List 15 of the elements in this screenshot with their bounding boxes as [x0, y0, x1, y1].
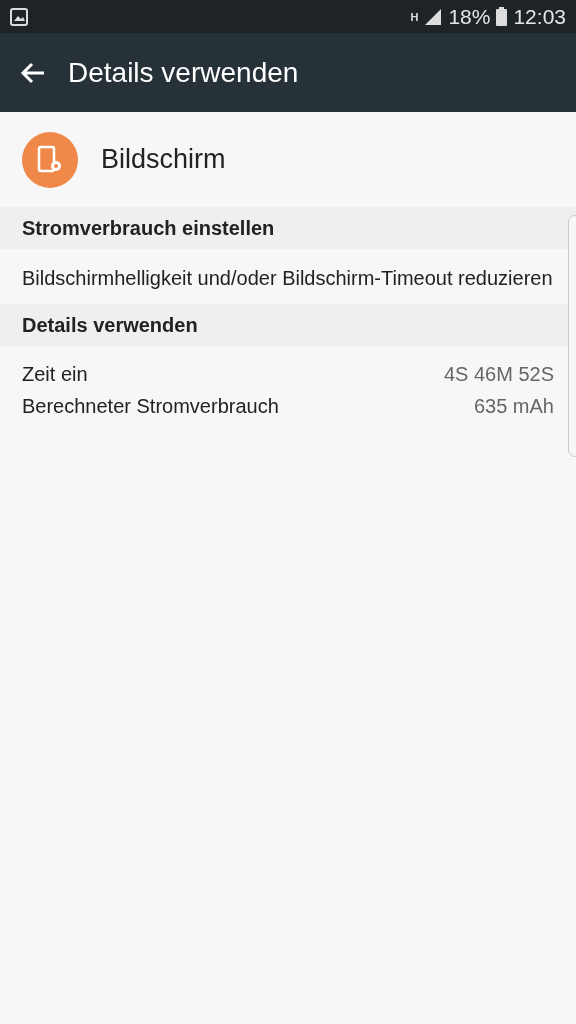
detail-label: Zeit ein: [22, 362, 88, 387]
detail-label: Berechneter Stromverbrauch: [22, 394, 279, 419]
screen-title: Details verwenden: [68, 56, 299, 89]
tip-text: Bildschirmhelligkeit und/oder Bildschirm-Timeout reduzieren: [21, 266, 554, 291]
battery-icon: [496, 7, 508, 26]
battery-percent: 18%: [448, 4, 491, 29]
network-type: H: [410, 10, 419, 23]
detail-value: 4S 46M 52S: [443, 362, 554, 387]
gallery-icon: [10, 7, 28, 26]
section-header: Stromverbrauch einstellen: [0, 207, 576, 249]
clock: 12:03: [513, 4, 566, 29]
detail-value: 635 mAh: [473, 394, 554, 419]
app-name: Bildschirm: [101, 144, 226, 175]
back-icon[interactable]: [20, 60, 46, 85]
signal-icon: [424, 8, 443, 25]
